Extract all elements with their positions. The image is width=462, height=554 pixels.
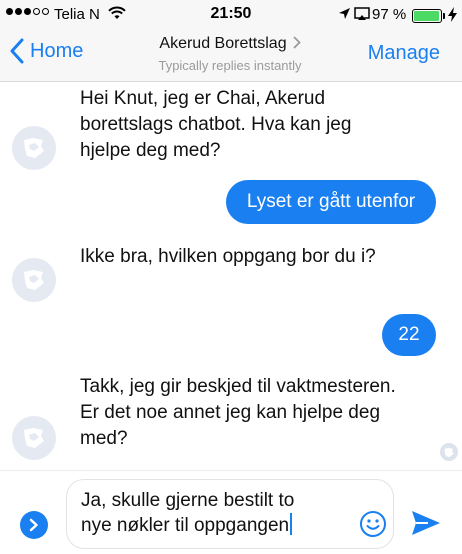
bot-message: Hei Knut, jeg er Chai, Akerud borettslag… [80,88,352,161]
paper-plane-icon [412,511,440,535]
screen-mirroring-icon [354,6,370,27]
bot-avatar [12,258,56,302]
conversation-subtitle: Typically replies instantly [158,58,302,73]
conversation-header[interactable]: Akerud Borettslag Typically replies inst… [110,35,350,73]
message-input[interactable]: Ja, skulle gjerne bestilt to nye nøkler … [66,479,394,549]
conversation-title: Akerud Borettslag [159,35,287,52]
bot-avatar-icon [24,428,44,448]
bot-avatar-icon [24,138,44,158]
manage-button[interactable]: Manage [368,42,440,65]
chevron-right-icon [29,518,38,532]
bot-avatar [12,126,56,170]
emoji-button[interactable] [359,510,387,543]
bot-avatar-icon [24,270,44,290]
status-bar: Telia N 21:50 97 % [0,0,462,30]
user-message: 22 [382,314,436,356]
smiley-icon [360,511,386,537]
message-composer: Ja, skulle gjerne bestilt to nye nøkler … [0,470,462,554]
read-receipt-avatar [440,443,458,461]
battery-tip [443,13,445,19]
chevron-right-icon [292,36,301,52]
bot-message: Ikke bra, hvilken oppgang bor du i? [80,246,376,267]
navigation-bar: Home Akerud Borettslag Typically replies… [0,30,462,82]
user-message-text: 22 [398,324,420,345]
bot-message: Takk, jeg gir beskjed til vaktmesteren. … [80,376,396,449]
message-input-text: Ja, skulle gjerne bestilt to nye nøkler … [81,490,295,536]
location-arrow-icon [338,7,351,26]
chevron-left-icon [10,38,24,64]
back-button[interactable]: Home [10,38,83,64]
bot-avatar [12,416,56,460]
battery-icon [412,9,442,23]
user-message: Lyset er gått utenfor [226,180,436,224]
bot-avatar-icon [444,447,454,458]
battery-percentage: 97 % [372,6,407,23]
text-cursor [290,513,293,535]
expand-actions-button[interactable] [20,511,48,539]
user-message-text: Lyset er gått utenfor [246,191,416,212]
send-button[interactable] [410,509,442,542]
back-button-label: Home [30,39,84,62]
charging-bolt-icon [448,7,457,25]
